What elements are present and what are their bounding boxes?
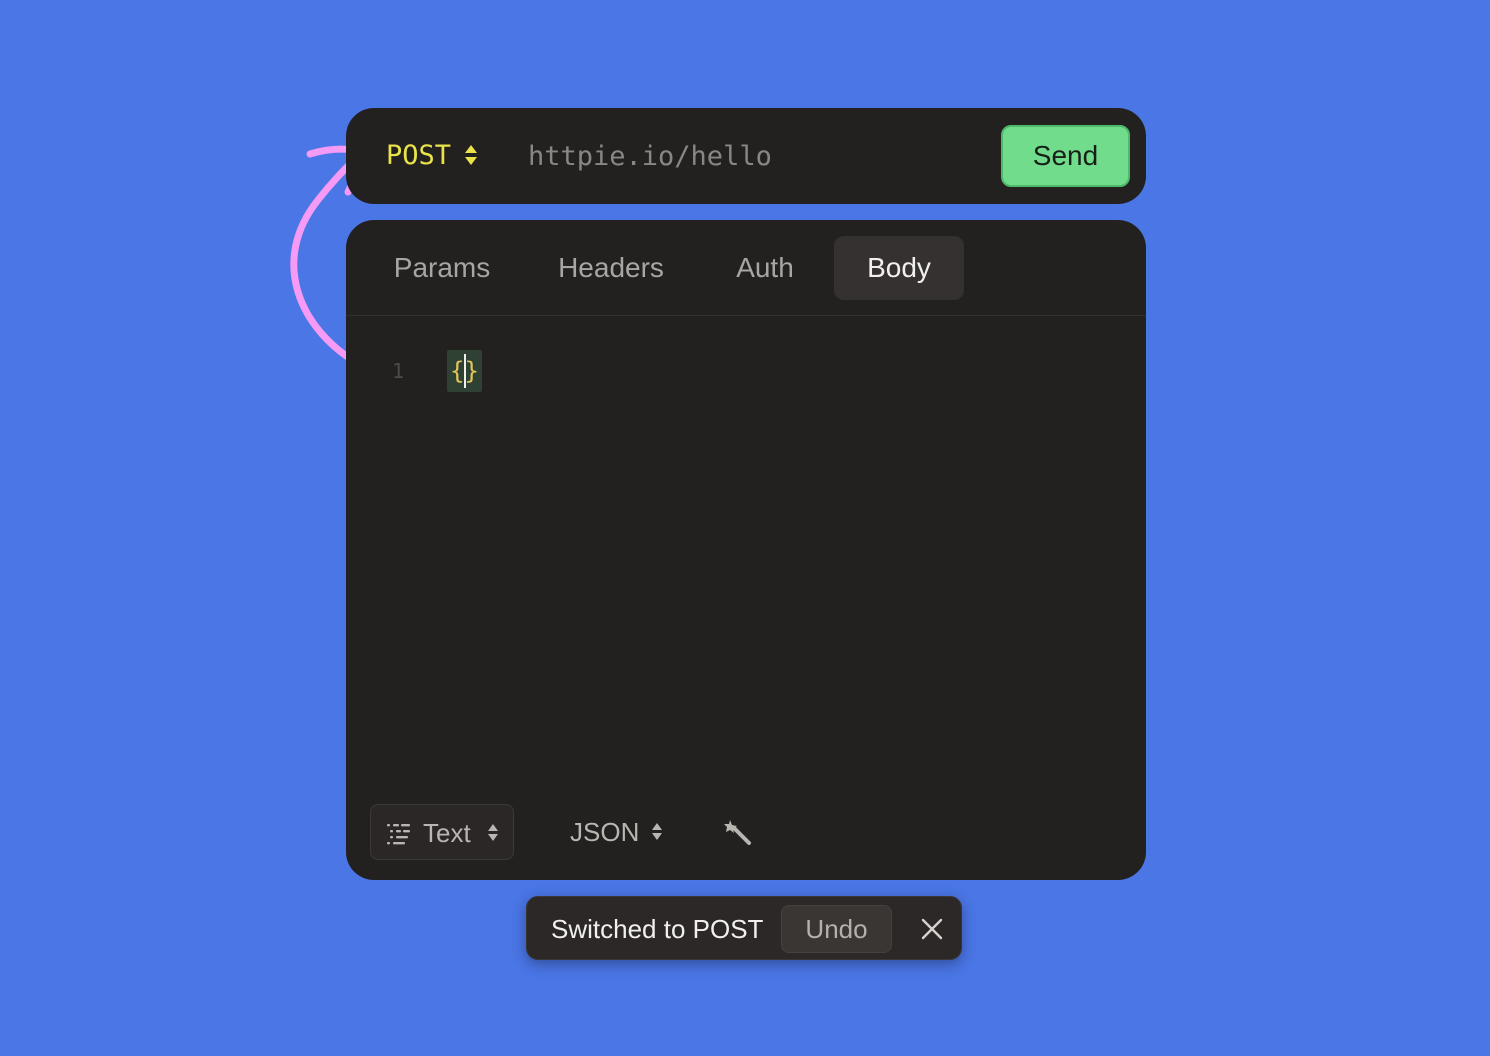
request-tabs: Params Headers Auth Body [346, 220, 1146, 316]
format-label: Text [423, 818, 471, 848]
magic-wand-icon[interactable] [724, 818, 752, 846]
method-label: POST [386, 139, 452, 171]
toast-message: Switched to POST [551, 914, 764, 944]
list-lines-icon [387, 824, 410, 845]
format-select[interactable]: Text [370, 804, 514, 860]
text-caret [464, 354, 466, 388]
request-panel: Params Headers Auth Body 1 {} Text JSON [346, 220, 1146, 880]
sort-arrows-icon [465, 145, 478, 165]
sort-arrows-icon [488, 824, 498, 841]
tab-params[interactable]: Params [378, 236, 506, 300]
code-content[interactable]: {} [447, 350, 482, 392]
body-editor[interactable]: 1 {} [346, 317, 1146, 777]
tab-body[interactable]: Body [834, 236, 964, 300]
undo-button[interactable]: Undo [781, 905, 892, 953]
toast-notification: Switched to POST Undo [526, 896, 962, 960]
language-label: JSON [570, 817, 640, 847]
sort-arrows-icon [652, 823, 662, 840]
method-select[interactable]: POST [386, 138, 478, 172]
editor-toolbar: Text JSON [346, 804, 1146, 860]
language-select[interactable]: JSON [570, 804, 680, 860]
tab-headers[interactable]: Headers [538, 236, 684, 300]
send-button[interactable]: Send [1001, 125, 1130, 187]
request-bar: POST Send [346, 108, 1146, 204]
close-icon[interactable] [920, 917, 944, 941]
url-input[interactable] [528, 136, 968, 176]
tab-auth[interactable]: Auth [716, 236, 814, 300]
line-number: 1 [392, 359, 405, 383]
